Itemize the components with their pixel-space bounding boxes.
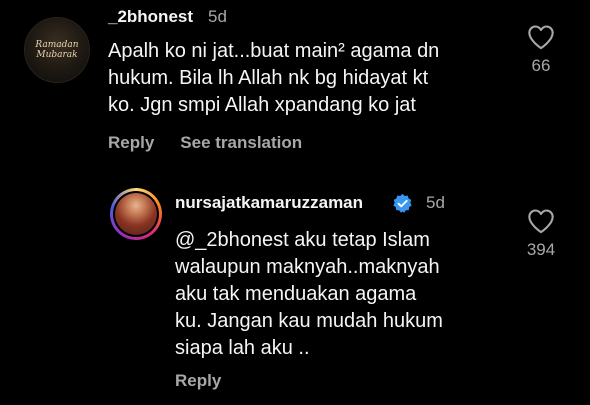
heart-icon[interactable] [527, 24, 555, 50]
comment-text: Apalh ko ni jat...buat main² agama dn hu… [108, 40, 440, 116]
see-translation-button[interactable]: See translation [180, 133, 302, 152]
comment-username[interactable]: _2bhonest [108, 7, 193, 27]
comment-actions: Reply [175, 371, 247, 391]
avatar-image [115, 193, 157, 235]
like-count: 66 [531, 56, 551, 75]
like-button[interactable]: 66 [516, 24, 566, 76]
comment-text: @_2bhonest aku tetap Islam walaupun makn… [175, 229, 443, 359]
verified-badge-icon [393, 193, 412, 213]
reply-button[interactable]: Reply [108, 133, 154, 152]
like-button[interactable]: 394 [516, 208, 566, 260]
comment-actions: Reply See translation [108, 133, 328, 153]
heart-icon[interactable] [527, 208, 555, 234]
avatar[interactable]: Ramadan Mubarak [24, 17, 90, 83]
comment-timestamp: 5d [426, 193, 445, 212]
avatar[interactable] [113, 191, 159, 237]
avatar-text: Ramadan Mubarak [35, 40, 79, 60]
comment-username[interactable]: nursajatkamaruzzaman [175, 193, 363, 213]
reply-button[interactable]: Reply [175, 371, 221, 390]
comment-item: Ramadan Mubarak _2bhonest 5d Apalh ko ni… [0, 0, 590, 170]
comment-timestamp: 5d [208, 7, 227, 26]
reply-item: nursajatkamaruzzaman 5d @_2bhonest aku t… [0, 180, 590, 405]
like-count: 394 [526, 240, 556, 259]
